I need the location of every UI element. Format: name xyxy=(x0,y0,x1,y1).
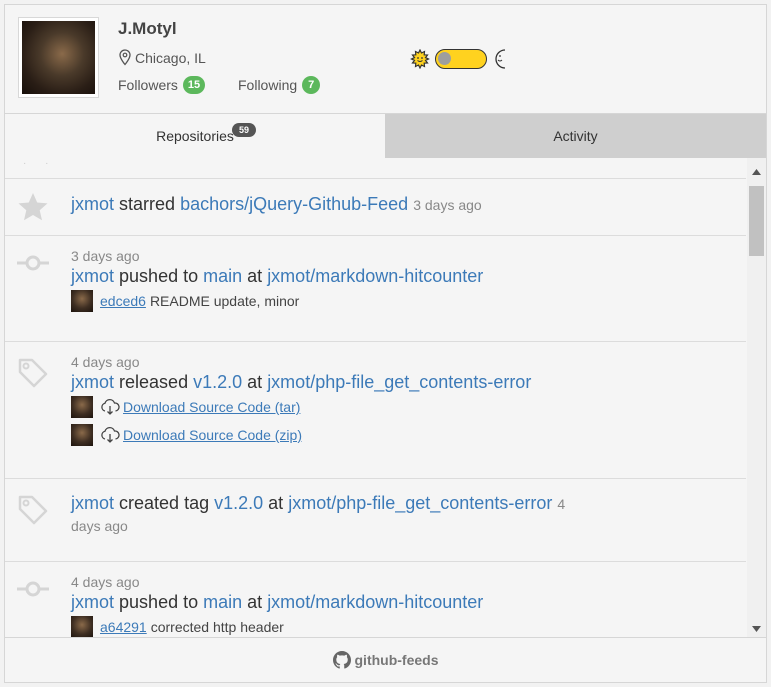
following-link[interactable]: Following 7 xyxy=(238,76,321,94)
feed-item: 4 days ago jxmot pushed to main at jxmot… xyxy=(5,561,746,637)
star-icon xyxy=(18,193,48,221)
feed-tag-link[interactable]: v1.2.0 xyxy=(193,372,242,392)
activity-feed: · · jxmot starred bachors/jQuery-Github-… xyxy=(5,158,766,637)
followers-count-badge: 15 xyxy=(182,76,206,94)
tab-activity[interactable]: Activity xyxy=(385,114,766,158)
feed-action: starred xyxy=(119,194,176,214)
feed-repo-link[interactable]: jxmot/markdown-hitcounter xyxy=(267,266,483,286)
feed-item: jxmot starred bachors/jQuery-Github-Feed… xyxy=(5,178,746,235)
feed-repo-link[interactable]: jxmot/php-file_get_contents-error xyxy=(288,493,552,513)
tag-icon xyxy=(18,495,48,525)
scroll-up-arrow-icon[interactable] xyxy=(747,164,766,180)
theme-toggle[interactable] xyxy=(435,49,487,69)
moon-icon xyxy=(495,49,506,69)
feed-action: released xyxy=(119,372,189,392)
feed-repo-link[interactable]: bachors/jQuery-Github-Feed xyxy=(180,194,408,214)
feed-user-link[interactable]: jxmot xyxy=(71,266,114,286)
download-zip-label: Download Source Code (zip) xyxy=(123,427,302,443)
clipped-previous-item: · · xyxy=(23,158,57,169)
commit-row: edced6 README update, minor xyxy=(71,290,734,312)
feed-user-link[interactable]: jxmot xyxy=(71,493,114,513)
feed-action: created tag xyxy=(119,493,210,513)
feed-item: 4 days ago jxmot released v1.2.0 at jxmo… xyxy=(5,341,746,478)
feed-action: pushed to xyxy=(119,266,199,286)
feed-user-link[interactable]: jxmot xyxy=(71,592,114,612)
footer-link[interactable]: github-feeds xyxy=(355,652,439,668)
feed-at: at xyxy=(247,372,263,392)
tag-icon xyxy=(18,358,48,388)
github-feed-widget: J.Motyl Chicago, IL Followers 15 Followi… xyxy=(4,4,767,683)
profile-location: Chicago, IL xyxy=(118,49,206,66)
download-tar-label: Download Source Code (tar) xyxy=(123,399,301,415)
feed-at: at xyxy=(247,592,263,612)
followers-label: Followers xyxy=(118,77,178,93)
theme-switch xyxy=(410,48,510,70)
feed-item: 3 days ago jxmot pushed to main at jxmot… xyxy=(5,235,746,341)
tab-bar: Repositories 59 Activity xyxy=(5,113,766,158)
download-zip-link[interactable]: Download Source Code (zip) xyxy=(100,427,302,443)
feed-time: 4 xyxy=(557,496,566,512)
commit-message: README update, minor xyxy=(149,293,300,309)
download-row: Download Source Code (zip) xyxy=(71,424,734,446)
commit-row: a64291 corrected http header xyxy=(71,616,734,637)
profile-name[interactable]: J.Motyl xyxy=(118,19,177,39)
location-pin-icon xyxy=(119,49,131,66)
commit-sha-link[interactable]: a64291 xyxy=(100,619,147,635)
feed-branch-link[interactable]: main xyxy=(203,592,242,612)
download-avatar xyxy=(71,424,93,446)
feed-time: 3 days ago xyxy=(71,248,140,264)
profile-avatar[interactable] xyxy=(18,17,99,98)
cloud-download-icon xyxy=(101,399,120,415)
profile-header: J.Motyl Chicago, IL Followers 15 Followi… xyxy=(5,5,766,113)
feed-at: at xyxy=(268,493,284,513)
scrollbar-thumb[interactable] xyxy=(749,186,764,256)
feed-user-link[interactable]: jxmot xyxy=(71,372,114,392)
commit-avatar xyxy=(71,290,93,312)
feed-time: 4 days ago xyxy=(71,354,140,370)
tab-repositories-label: Repositories xyxy=(156,128,234,144)
commit-icon xyxy=(17,255,49,271)
cloud-download-icon xyxy=(101,427,120,443)
location-text: Chicago, IL xyxy=(135,49,206,66)
github-icon xyxy=(332,651,351,669)
feed-tag-link[interactable]: v1.2.0 xyxy=(214,493,263,513)
feed-user-link[interactable]: jxmot xyxy=(71,194,114,214)
feed-repo-link[interactable]: jxmot/php-file_get_contents-error xyxy=(267,372,531,392)
feed-at: at xyxy=(247,266,263,286)
feed-item: jxmot created tag v1.2.0 at jxmot/php-fi… xyxy=(5,478,746,561)
download-avatar xyxy=(71,396,93,418)
download-row: Download Source Code (tar) xyxy=(71,396,734,418)
feed-action: pushed to xyxy=(119,592,199,612)
tab-activity-label: Activity xyxy=(553,128,598,144)
feed-time-continued: days ago xyxy=(71,518,128,534)
following-label: Following xyxy=(238,77,298,93)
followers-link[interactable]: Followers 15 xyxy=(118,76,206,94)
feed-repo-link[interactable]: jxmot/markdown-hitcounter xyxy=(267,592,483,612)
feed-scrollbar[interactable] xyxy=(747,158,766,637)
feed-branch-link[interactable]: main xyxy=(203,266,242,286)
footer: github-feeds xyxy=(5,637,766,682)
scroll-down-arrow-icon[interactable] xyxy=(747,621,766,637)
sun-icon xyxy=(410,49,430,69)
feed-time: 3 days ago xyxy=(413,197,482,213)
toggle-knob xyxy=(438,52,451,65)
commit-message: corrected http header xyxy=(150,619,284,635)
feed-time: 4 days ago xyxy=(71,574,140,590)
commit-avatar xyxy=(71,616,93,637)
commit-sha-link[interactable]: edced6 xyxy=(100,293,146,309)
tab-repositories[interactable]: Repositories 59 xyxy=(5,114,385,158)
following-count-badge: 7 xyxy=(302,76,321,94)
repositories-count-badge: 59 xyxy=(232,123,256,137)
download-tar-link[interactable]: Download Source Code (tar) xyxy=(100,399,300,415)
commit-icon xyxy=(17,581,49,597)
